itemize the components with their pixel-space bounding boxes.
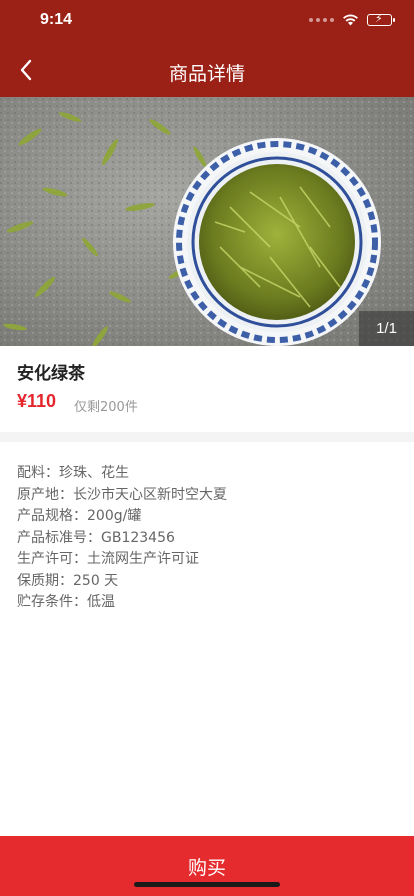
home-indicator[interactable] (134, 882, 280, 887)
product-price: ¥110 (17, 391, 57, 411)
spec-ingredients: 配料：珍珠、花生 (17, 465, 129, 481)
status-icons: ⚡ (309, 12, 395, 26)
page-title: 商品详情 (168, 63, 245, 85)
spec-origin: 原产地：长沙市天心区新时空大夏 (17, 486, 227, 503)
spec-shelf-life: 保质期：250 天 (17, 572, 119, 589)
spec-production-license: 生产许可：土流网生产许可证 (17, 551, 199, 567)
buy-button[interactable]: 购买 (0, 836, 414, 896)
spec-size: 产品规格：200g/罐 (17, 508, 142, 524)
status-time: 9:14 (40, 11, 73, 28)
spec-storage: 贮存条件：低温 (17, 594, 115, 610)
cellular-signal-icon (309, 18, 334, 22)
product-image-gallery[interactable]: 1/1 (0, 97, 414, 346)
status-bar: 9:14 ⚡ (0, 0, 414, 44)
section-divider (0, 432, 414, 442)
wifi-icon (343, 14, 358, 26)
image-counter: 1/1 (359, 311, 414, 346)
product-info: 安化绿茶 ¥110 仅剩200件 (0, 346, 414, 432)
product-name: 安化绿茶 (17, 364, 85, 384)
nav-bar: 商品详情 (0, 44, 414, 97)
tea-photo (0, 97, 414, 346)
app-header: 9:14 ⚡ 商品详情 (0, 0, 414, 97)
stock-remaining: 仅剩200件 (74, 400, 138, 415)
product-specs: 配料：珍珠、花生 原产地：长沙市天心区新时空大夏 产品规格：200g/罐 产品标… (17, 463, 397, 614)
spec-standard-number: 产品标准号：GB123456 (17, 529, 175, 546)
battery-icon: ⚡ (367, 12, 395, 26)
